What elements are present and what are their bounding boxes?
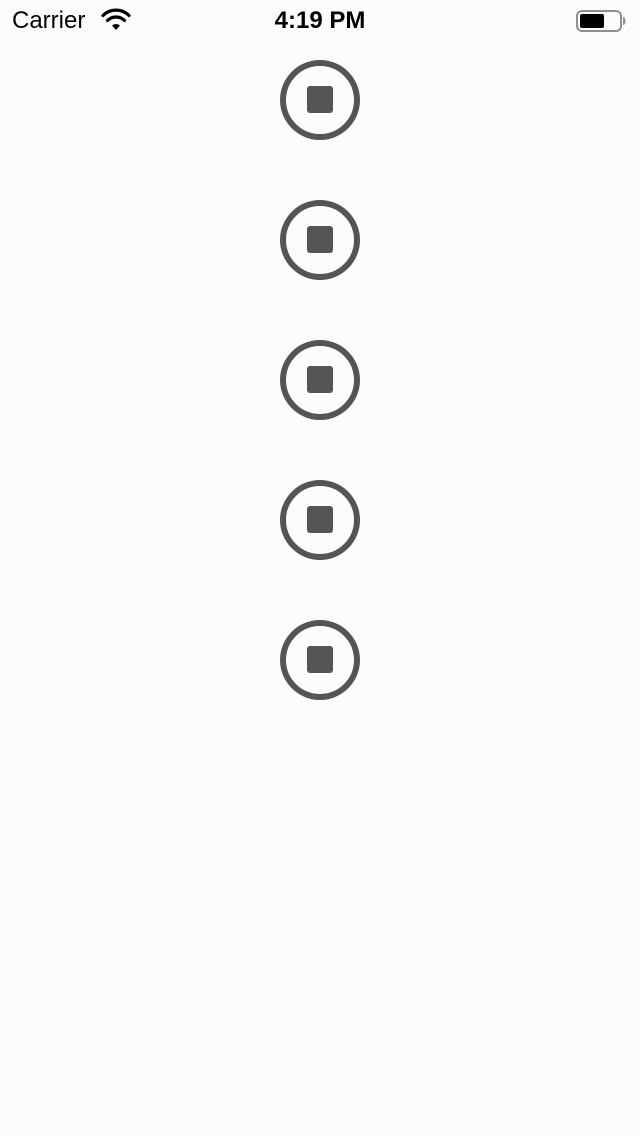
app-screen: Carrier 4:19 PM xyxy=(0,0,640,1136)
stop-circle-icon xyxy=(278,198,362,282)
stop-circle-icon xyxy=(278,478,362,562)
battery-icon xyxy=(576,9,626,33)
stop-button[interactable] xyxy=(278,478,362,562)
stop-button[interactable] xyxy=(278,338,362,422)
stop-circle-icon xyxy=(278,618,362,702)
stop-circle-icon xyxy=(278,338,362,422)
status-bar: Carrier 4:19 PM xyxy=(0,0,640,40)
stop-button[interactable] xyxy=(278,198,362,282)
clock-time: 4:19 PM xyxy=(274,7,366,34)
stop-button[interactable] xyxy=(278,58,362,142)
stop-circle-icon xyxy=(278,58,362,142)
stop-button[interactable] xyxy=(278,618,362,702)
